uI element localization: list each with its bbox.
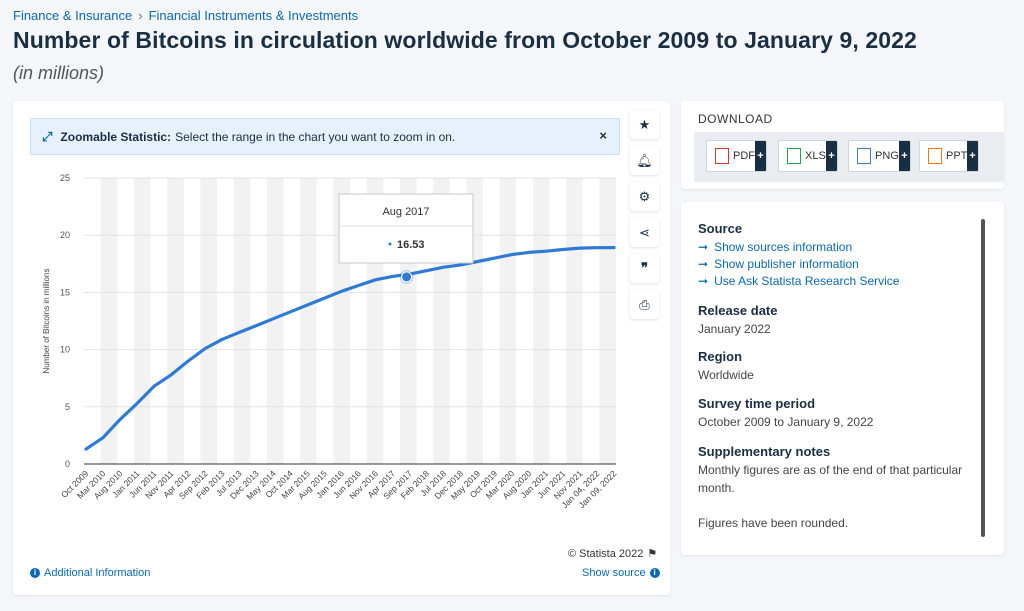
- flag-icon: ⚑: [647, 548, 658, 560]
- plus-icon: +: [826, 141, 837, 171]
- highlight-point: [401, 271, 413, 283]
- release-date-value: January 2022: [698, 322, 771, 336]
- page-subtitle: (in millions): [13, 63, 105, 83]
- y-tick-label: 0: [65, 459, 70, 469]
- tooltip-box: [338, 193, 474, 264]
- print-icon[interactable]: ⎙: [630, 290, 659, 319]
- show-source-label: Show source: [582, 567, 646, 579]
- copyright-text: © Statista 2022: [568, 547, 644, 560]
- download-card: DOWNLOAD PDF + XLS + PNG + PPT +: [681, 101, 1004, 189]
- download-title: DOWNLOAD: [698, 112, 773, 126]
- region-section: Region Worldwide: [698, 349, 754, 382]
- supplementary-notes-heading: Supplementary notes: [698, 444, 831, 459]
- tooltip-series-dot: [388, 242, 392, 246]
- copyright-notice: © Statista 2022 ⚑: [568, 547, 658, 561]
- download-png-label: PNG: [875, 150, 899, 162]
- show-sources-label: Show sources information: [714, 240, 853, 254]
- ask-statista-link[interactable]: ➞ Use Ask Statista Research Service: [698, 274, 899, 288]
- ask-statista-label: Use Ask Statista Research Service: [714, 274, 900, 288]
- arrow-right-icon: ➞: [698, 240, 709, 254]
- grid-band: [300, 178, 317, 464]
- page-title: Number of Bitcoins in circulation worldw…: [13, 27, 917, 53]
- plus-icon: +: [899, 141, 910, 171]
- source-section: Source ➞ Show sources information ➞ Show p…: [698, 221, 899, 291]
- show-publisher-link[interactable]: ➞ Show publisher information: [698, 257, 899, 271]
- supplementary-notes-section: Supplementary notes Monthly figures are …: [698, 443, 968, 532]
- download-ppt-label: PPT: [946, 150, 968, 162]
- supplementary-notes-value: Monthly figures are as of the end of tha…: [698, 463, 963, 495]
- grid-band: [100, 178, 118, 464]
- download-ppt-button[interactable]: PPT +: [919, 140, 979, 172]
- chart-toolbar: ★ 🔔︎ ⚙ ⋖ ❞ ⎙: [630, 110, 659, 319]
- breadcrumb-separator: ›: [138, 8, 143, 23]
- star-icon[interactable]: ★: [630, 110, 659, 139]
- xls-file-icon: [787, 148, 801, 164]
- y-tick-label: 10: [60, 345, 70, 355]
- download-xls-label: XLS: [805, 150, 826, 162]
- ppt-file-icon: [928, 148, 942, 164]
- survey-period-heading: Survey time period: [698, 396, 816, 411]
- grid-band: [499, 178, 517, 464]
- breadcrumb-instruments-link[interactable]: Financial Instruments & Investments: [149, 8, 359, 23]
- chart-card: ⤢ Zoomable Statistic: Select the range i…: [13, 101, 670, 595]
- info-icon: i: [30, 568, 40, 578]
- show-source-link[interactable]: Show source i: [582, 567, 660, 579]
- share-icon[interactable]: ⋖: [630, 218, 659, 247]
- grid-band: [167, 178, 184, 464]
- statistic-info-card: Source ➞ Show sources information ➞ Show p…: [681, 202, 1004, 555]
- show-publisher-label: Show publisher information: [714, 257, 859, 271]
- line-chart[interactable]: 0 5 10 15 20 25 Number of Bitcoins in millions…: [13, 101, 670, 595]
- grid-band: [532, 178, 550, 464]
- additional-information-link[interactable]: i Additional Information: [30, 567, 150, 579]
- download-button-group: PDF + XLS + PNG + PPT +: [694, 132, 1004, 182]
- tooltip-period: Aug 2017: [382, 206, 429, 218]
- source-heading: Source: [698, 221, 743, 236]
- breadcrumb: Finance & Insurance › Financial Instrume…: [13, 8, 358, 23]
- grid-band: [566, 178, 583, 464]
- release-date-section: Release date January 2022: [698, 303, 778, 336]
- y-tick-label: 20: [60, 230, 70, 240]
- grid-band: [200, 178, 217, 464]
- region-value: Worldwide: [698, 368, 754, 382]
- bell-icon[interactable]: 🔔︎: [630, 146, 659, 175]
- grid-band: [133, 178, 151, 464]
- grid-band: [599, 178, 616, 464]
- arrow-right-icon: ➞: [698, 257, 709, 271]
- info-icon: i: [649, 568, 660, 578]
- gear-icon[interactable]: ⚙: [630, 182, 659, 211]
- download-pdf-label: PDF: [733, 150, 755, 162]
- release-date-heading: Release date: [698, 303, 778, 318]
- additional-information-label: Additional Information: [44, 567, 151, 579]
- png-file-icon: [857, 148, 871, 164]
- y-tick-label: 15: [60, 287, 70, 297]
- region-heading: Region: [698, 349, 743, 364]
- info-scrollbar[interactable]: [981, 219, 985, 537]
- quote-icon[interactable]: ❞: [630, 254, 659, 283]
- y-axis-label: Number of Bitcoins in millions: [42, 269, 51, 374]
- grid-band: [233, 178, 251, 464]
- plus-icon: +: [967, 141, 978, 171]
- survey-period-value: October 2009 to January 9, 2022: [698, 415, 874, 429]
- download-png-button[interactable]: PNG +: [848, 140, 911, 172]
- y-tick-label: 5: [65, 402, 70, 412]
- download-xls-button[interactable]: XLS +: [778, 140, 838, 172]
- download-pdf-button[interactable]: PDF +: [706, 140, 767, 172]
- tooltip-value: 16.53: [397, 239, 425, 251]
- show-sources-link[interactable]: ➞ Show sources information: [698, 240, 899, 254]
- breadcrumb-finance-link[interactable]: Finance & Insurance: [13, 8, 132, 23]
- survey-period-section: Survey time period October 2009 to Janua…: [698, 396, 873, 429]
- y-tick-label: 25: [60, 173, 70, 183]
- arrow-right-icon: ➞: [698, 274, 709, 288]
- pdf-file-icon: [715, 148, 729, 164]
- plus-icon: +: [755, 141, 766, 171]
- supplementary-notes-rounding: Figures have been rounded.: [698, 516, 849, 530]
